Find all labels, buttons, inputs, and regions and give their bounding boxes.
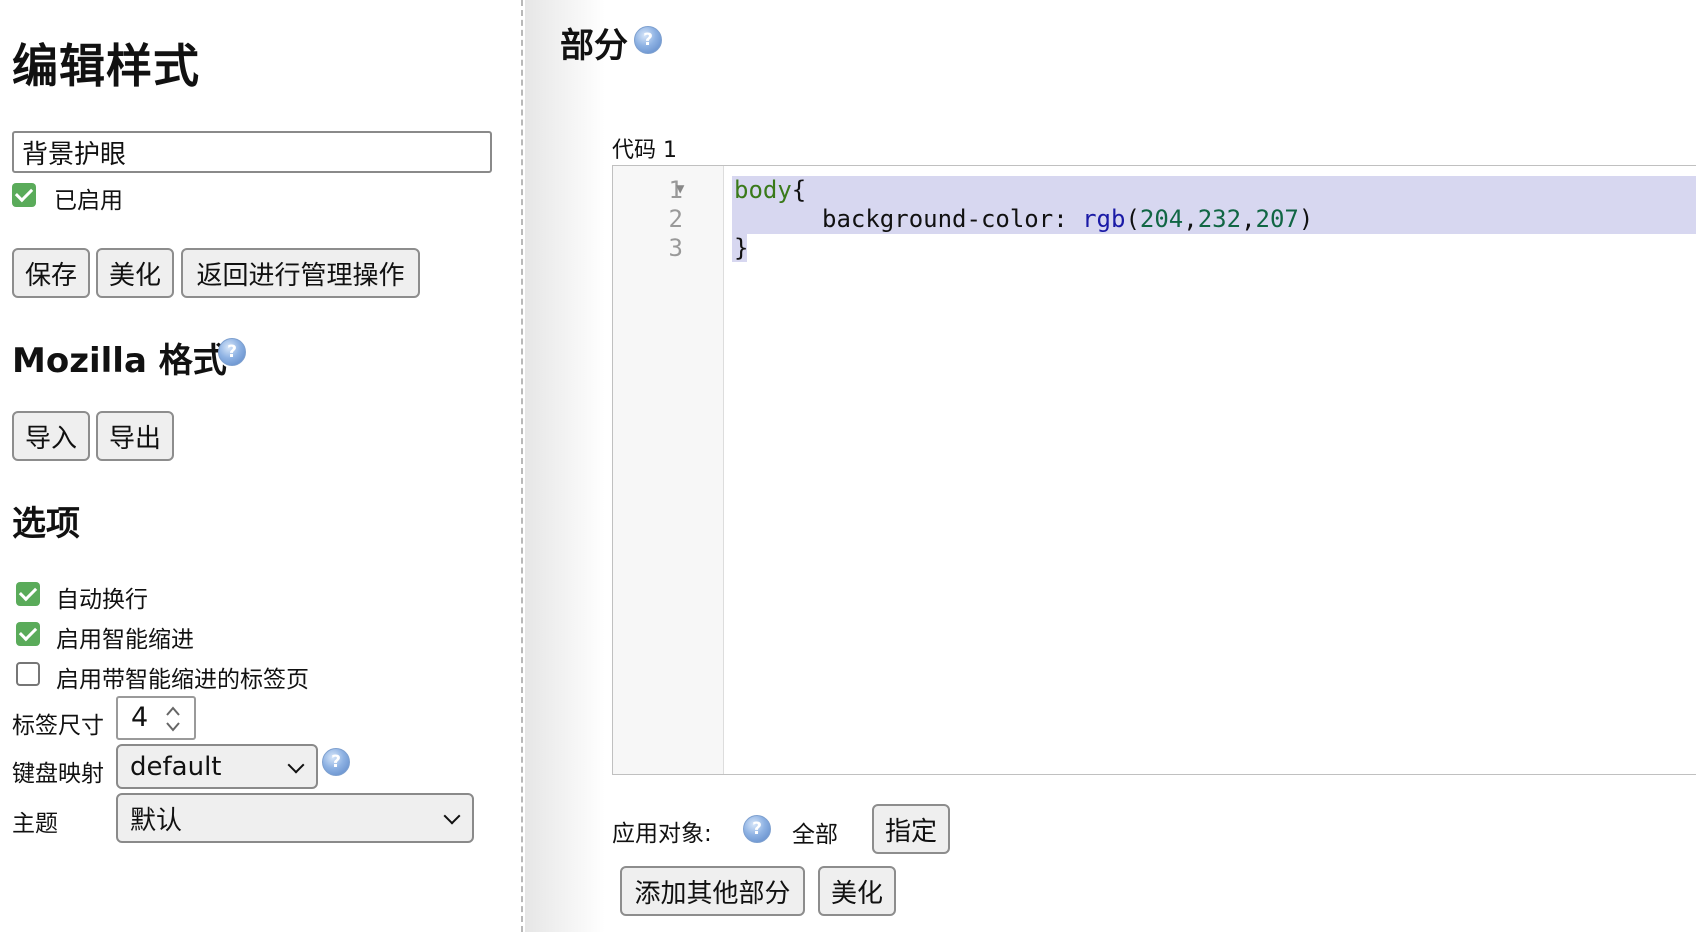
code-punct: , — [1241, 205, 1256, 233]
add-section-button[interactable]: 添加其他部分 — [620, 866, 805, 916]
keymap-select[interactable]: default — [116, 744, 318, 789]
css-number: 204 — [1139, 205, 1184, 233]
code-punct: ( — [1125, 205, 1140, 233]
back-to-manage-button[interactable]: 返回进行管理操作 — [181, 248, 420, 298]
code-punct: } — [734, 234, 749, 262]
css-function: rgb — [1082, 205, 1126, 233]
keymap-value: default — [130, 751, 222, 782]
code-line: body{ — [734, 176, 806, 204]
help-circle-icon[interactable]: ? — [322, 748, 350, 776]
help-circle-icon[interactable]: ? — [218, 338, 246, 366]
chevron-down-icon — [287, 756, 305, 773]
apply-to-label: 应用对象: — [612, 821, 712, 847]
help-circle-icon[interactable]: ? — [743, 815, 771, 843]
theme-select[interactable]: 默认 — [116, 793, 474, 843]
enabled-label: 已启用 — [54, 188, 123, 214]
code-punct: , — [1183, 205, 1198, 233]
tab-size-value: 4 — [131, 702, 149, 733]
line-number: 3 — [668, 234, 683, 262]
css-property: background-color: — [822, 205, 1083, 233]
code-editor[interactable]: 1 ▼ 2 3 body{ background-color: rgb(204,… — [612, 165, 1696, 775]
spinner-arrows-icon[interactable] — [164, 703, 182, 735]
tab-size-label: 标签尺寸 — [12, 713, 104, 739]
specify-button[interactable]: 指定 — [872, 804, 950, 854]
import-button[interactable]: 导入 — [12, 411, 90, 461]
css-selector: body — [734, 176, 792, 204]
style-name-input[interactable] — [12, 131, 492, 173]
save-button[interactable]: 保存 — [12, 248, 90, 298]
smart-indent-checkbox[interactable] — [16, 622, 40, 646]
code-punct: ) — [1298, 205, 1314, 233]
beautify-button[interactable]: 美化 — [96, 248, 174, 298]
divider-shadow — [525, 0, 605, 932]
wrap-checkbox[interactable] — [16, 582, 40, 606]
options-heading: 选项 — [12, 504, 80, 544]
code-line: background-color: rgb(204,232,207) — [822, 205, 1313, 233]
sidebar: 编辑样式 已启用 保存 美化 返回进行管理操作 Mozilla 格式 ? 导入 … — [0, 0, 523, 932]
css-number: 207 — [1255, 205, 1299, 233]
fold-arrow-icon[interactable]: ▼ — [676, 181, 684, 197]
help-circle-icon[interactable]: ? — [634, 26, 662, 54]
page-title: 编辑样式 — [12, 39, 200, 93]
export-button[interactable]: 导出 — [96, 411, 174, 461]
line-gutter: 1 ▼ 2 3 — [613, 166, 724, 774]
mozilla-format-heading: Mozilla 格式 — [12, 341, 227, 381]
code-punct: { — [791, 176, 807, 204]
enabled-checkbox[interactable] — [12, 183, 36, 207]
theme-label: 主题 — [12, 811, 58, 837]
line-number: 2 — [668, 205, 683, 233]
css-number: 232 — [1197, 205, 1242, 233]
tab-smart-indent-label: 启用带智能缩进的标签页 — [56, 667, 309, 693]
chevron-down-icon — [443, 807, 461, 825]
smart-indent-label: 启用智能缩进 — [56, 627, 194, 653]
code-section-label: 代码 1 — [612, 138, 677, 163]
apply-all-label: 全部 — [792, 822, 838, 848]
beautify-section-button[interactable]: 美化 — [818, 866, 896, 916]
tab-size-stepper[interactable]: 4 — [116, 696, 196, 740]
tab-smart-indent-checkbox[interactable] — [16, 662, 40, 686]
keymap-label: 键盘映射 — [12, 761, 104, 787]
code-line: } — [734, 234, 748, 262]
theme-value: 默认 — [130, 805, 183, 836]
sections-title: 部分 — [560, 26, 628, 66]
wrap-label: 自动换行 — [56, 587, 148, 613]
